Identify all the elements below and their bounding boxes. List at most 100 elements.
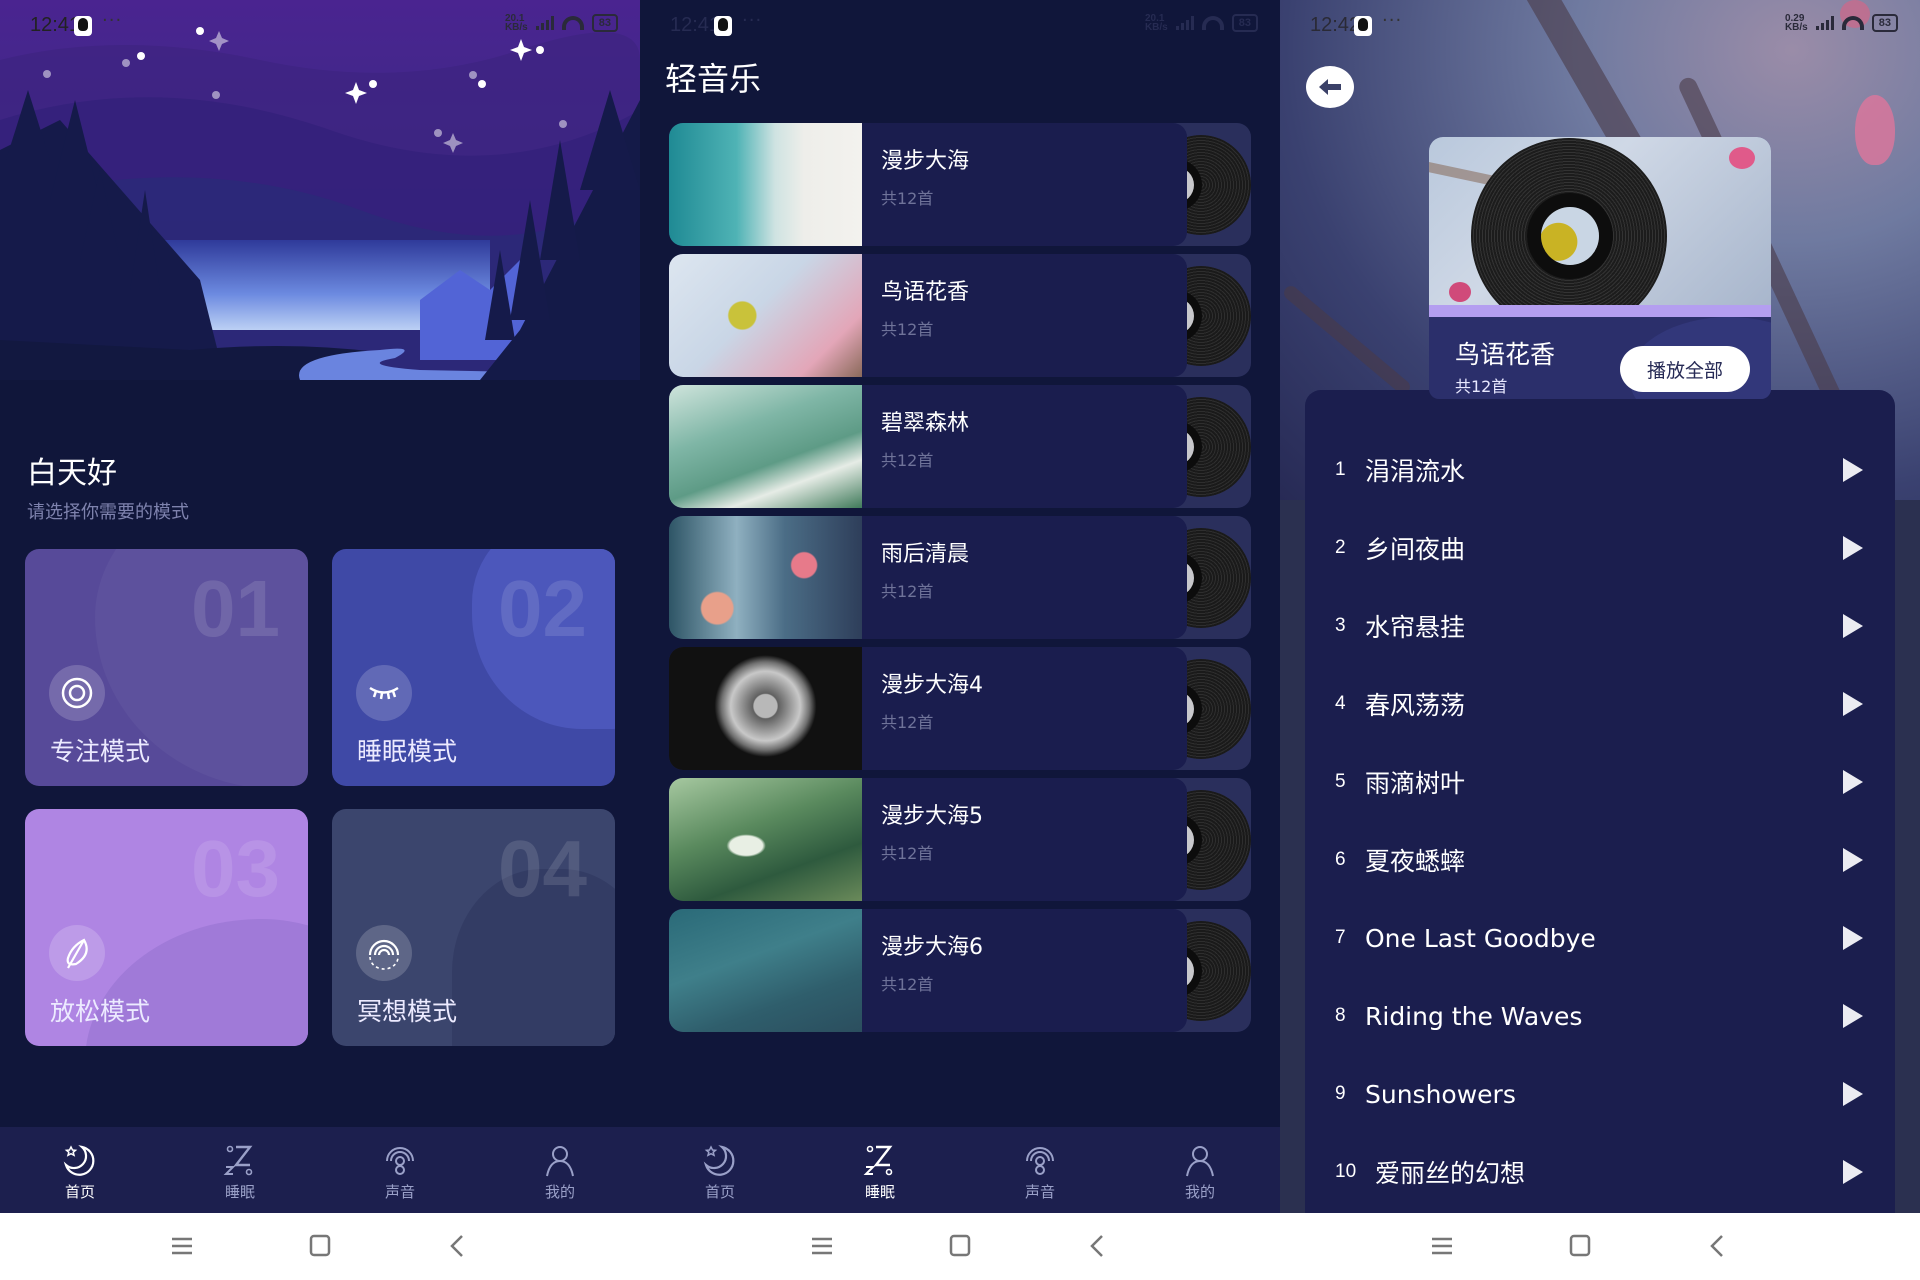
play-all-button[interactable]: 播放全部 <box>1620 346 1750 392</box>
back-chevron-icon[interactable] <box>443 1233 473 1259</box>
more-notifications-icon: ··· <box>102 10 123 31</box>
play-icon[interactable] <box>1843 770 1863 794</box>
back-chevron-icon[interactable] <box>1083 1233 1113 1259</box>
album-list-item[interactable]: 漫步大海 共12首 <box>669 123 1251 246</box>
album-cover-image <box>1429 137 1771 305</box>
play-icon[interactable] <box>1843 926 1863 950</box>
status-time: 12:41 <box>670 14 721 36</box>
signal-icon <box>1815 16 1834 30</box>
system-nav-bar <box>640 1213 1280 1280</box>
more-notifications-icon: ··· <box>742 10 763 31</box>
mode-card-meditation[interactable]: 04 冥想模式 <box>332 809 615 1046</box>
meditation-icon <box>356 925 412 981</box>
track-row[interactable]: 9 Sunshowers <box>1305 1055 1895 1133</box>
mode-label: 冥想模式 <box>357 997 458 1026</box>
greeting-title: 白天好 <box>27 456 117 491</box>
album-item-card: 雨后清晨 共12首 <box>669 516 1187 639</box>
play-icon[interactable] <box>1843 536 1863 560</box>
album-item-card: 漫步大海6 共12首 <box>669 909 1187 1032</box>
play-icon[interactable] <box>1843 1004 1863 1028</box>
track-row[interactable]: 2 乡间夜曲 <box>1305 509 1895 587</box>
closed-eye-icon <box>356 665 412 721</box>
mode-card-focus[interactable]: 01 专注模式 <box>25 549 308 786</box>
status-bar: 12:41 ··· 20.1 KB/s 83 <box>640 0 1280 50</box>
tab-sound[interactable]: 声音 <box>960 1127 1120 1213</box>
play-icon[interactable] <box>1843 848 1863 872</box>
tab-label: 睡眠 <box>224 1183 255 1201</box>
album-track-count: 共12首 <box>881 844 934 863</box>
home-square-icon[interactable] <box>305 1233 335 1259</box>
status-bar: 12:41 ··· 20.1 KB/s 83 <box>0 0 640 50</box>
album-list-item[interactable]: 漫步大海4 共12首 <box>669 647 1251 770</box>
track-title: 爱丽丝的幻想 <box>1375 1159 1526 1188</box>
qq-notification-icon <box>74 16 92 36</box>
tab-label: 声音 <box>1024 1183 1055 1201</box>
back-button[interactable] <box>1306 66 1354 108</box>
menu-icon[interactable] <box>1427 1233 1457 1259</box>
album-track-count: 共12首 <box>881 713 934 732</box>
album-list-item[interactable]: 碧翠森林 共12首 <box>669 385 1251 508</box>
album-track-count: 共12首 <box>881 320 934 339</box>
album-track-count: 共12首 <box>881 451 934 470</box>
back-chevron-icon[interactable] <box>1703 1233 1733 1259</box>
track-row[interactable]: 3 水帘悬挂 <box>1305 587 1895 665</box>
menu-icon[interactable] <box>807 1233 837 1259</box>
mode-number: 02 <box>498 564 587 653</box>
tab-mine[interactable]: 我的 <box>480 1127 640 1213</box>
home-square-icon[interactable] <box>945 1233 975 1259</box>
night-landscape-illustration <box>0 0 640 380</box>
tab-sleep[interactable]: 睡眠 <box>800 1127 960 1213</box>
album-list-item[interactable]: 漫步大海5 共12首 <box>669 778 1251 901</box>
track-number: 7 <box>1335 927 1346 948</box>
album-list-item[interactable]: 漫步大海6 共12首 <box>669 909 1251 1032</box>
album-name: 雨后清晨 <box>881 542 970 567</box>
album-name: 漫步大海5 <box>881 804 983 829</box>
mode-number: 04 <box>498 824 587 913</box>
bottom-tab-bar: 首页 睡眠 声音 我的 <box>0 1127 640 1213</box>
moon-star-icon <box>703 1145 735 1176</box>
tab-home[interactable]: 首页 <box>0 1127 160 1213</box>
network-speed: 20.1 KB/s <box>1144 13 1168 33</box>
play-icon[interactable] <box>1843 458 1863 482</box>
play-icon[interactable] <box>1843 1160 1863 1184</box>
play-icon[interactable] <box>1843 692 1863 716</box>
signal-icon <box>1175 16 1194 30</box>
album-item-card: 漫步大海 共12首 <box>669 123 1187 246</box>
track-row[interactable]: 1 涓涓流水 <box>1305 431 1895 509</box>
album-list-item[interactable]: 雨后清晨 共12首 <box>669 516 1251 639</box>
track-row[interactable]: 8 Riding the Waves <box>1305 977 1895 1055</box>
play-icon[interactable] <box>1843 614 1863 638</box>
track-row[interactable]: 5 雨滴树叶 <box>1305 743 1895 821</box>
tab-home[interactable]: 首页 <box>640 1127 800 1213</box>
mode-number: 03 <box>191 824 280 913</box>
system-indicators: 20.1 KB/s 83 <box>505 14 618 33</box>
track-title: 水帘悬挂 <box>1365 613 1466 642</box>
track-row[interactable]: 7 One Last Goodbye <box>1305 899 1895 977</box>
status-time: 12:42 <box>1310 14 1361 36</box>
tab-sleep[interactable]: 睡眠 <box>160 1127 320 1213</box>
tab-mine[interactable]: 我的 <box>1120 1127 1280 1213</box>
track-title: 夏夜蟋蟀 <box>1365 847 1466 876</box>
track-row[interactable]: 6 夏夜蟋蟀 <box>1305 821 1895 899</box>
menu-icon[interactable] <box>167 1233 197 1259</box>
tab-label: 我的 <box>544 1183 575 1201</box>
leaf-icon <box>49 925 105 981</box>
album-thumbnail <box>669 123 862 246</box>
album-thumbnail <box>669 385 862 508</box>
tab-sound[interactable]: 声音 <box>320 1127 480 1213</box>
album-name: 漫步大海4 <box>881 673 983 698</box>
album-name: 漫步大海 <box>881 149 970 174</box>
target-icon <box>49 665 105 721</box>
track-number: 1 <box>1335 459 1346 480</box>
track-row[interactable]: 10 爱丽丝的幻想 <box>1305 1133 1895 1211</box>
track-row[interactable]: 4 春风荡荡 <box>1305 665 1895 743</box>
mode-card-relax[interactable]: 03 放松模式 <box>25 809 308 1046</box>
mode-number: 01 <box>191 564 280 653</box>
album-list-item[interactable]: 鸟语花香 共12首 <box>669 254 1251 377</box>
mode-card-sleep[interactable]: 02 睡眠模式 <box>332 549 615 786</box>
play-icon[interactable] <box>1843 1082 1863 1106</box>
album-item-card: 碧翠森林 共12首 <box>669 385 1187 508</box>
page-title: 轻音乐 <box>665 60 762 98</box>
home-square-icon[interactable] <box>1565 1233 1595 1259</box>
user-icon <box>1186 1146 1214 1177</box>
